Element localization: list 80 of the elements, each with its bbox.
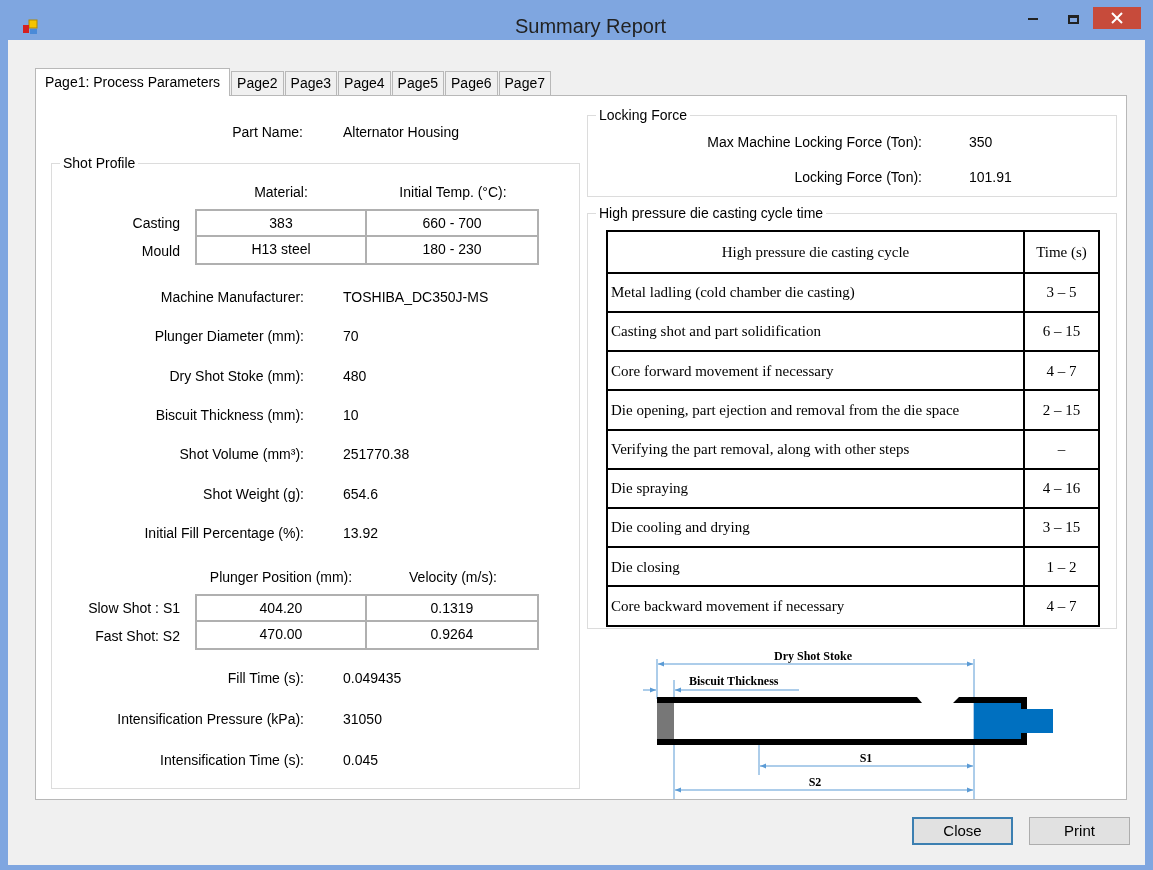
column-header: Time (s) [1024,230,1099,273]
field-label: Machine Manufacturer: [159,288,304,308]
column-header: Initial Temp. (°C): [398,182,508,202]
field-label: Locking Force (Ton): [793,168,922,187]
table-cell: H13 steel [195,237,367,265]
table-cell: 4 – 16 [1024,468,1099,508]
field-label: Part Name: [231,122,303,142]
table-cell: 383 [195,209,367,237]
field-label: Max Machine Locking Force (Ton): [706,133,922,152]
table-cell: 3 – 5 [1024,272,1099,313]
column-header: High pressure die casting cycle [607,230,1024,273]
table-cell: 6 – 15 [1024,312,1099,352]
field-label: Plunger Diameter (mm): [153,327,304,347]
field-value: 10 [343,406,359,426]
table-cell: Core forward movement if necessary [607,351,1024,391]
table-cell: 470.00 [195,622,367,651]
field-value: Alternator Housing [343,122,459,142]
table-cell: Casting shot and part solidification [607,312,1024,352]
tab[interactable]: Page7 [498,71,551,95]
field-label: Initial Fill Percentage (%): [143,523,304,543]
dimension-label: Dry Shot Stoke [774,649,852,663]
row-label: Fast Shot: S2 [94,627,180,647]
field-value: 480 [343,366,367,386]
field-label: Intensification Time (s): [159,751,304,771]
field-label: Intensification Pressure (kPa): [116,710,304,730]
column-header: Plunger Position (mm): [208,567,354,587]
row-label: Slow Shot : S1 [87,599,180,619]
field-value: 654.6 [343,484,379,504]
tab[interactable]: Page4 [338,71,391,95]
table-cell: 1 – 2 [1024,547,1099,587]
field-label: Dry Shot Stoke (mm): [168,366,304,386]
field-value: 31050 [343,710,382,730]
field-value: 251770.38 [343,445,410,465]
column-header: Material: [253,182,309,202]
field-label: Biscuit Thickness (mm): [154,406,304,426]
table-cell: Metal ladling (cold chamber die casting) [607,272,1024,313]
field-label: Shot Weight (g): [202,484,304,504]
dimension-label: S1 [859,751,873,765]
group-title: Locking Force [596,106,690,124]
dimension-label: Biscuit Thickness [689,674,779,688]
table-cell: Die closing [607,547,1024,587]
dialog-button[interactable]: Print [1029,817,1130,845]
tab[interactable]: Page1: Process Parameters [35,68,231,96]
row-label: Casting [131,214,180,233]
table-cell: Die spraying [607,468,1024,508]
field-value: TOSHIBA_DC350J-MS [343,288,489,308]
table-cell: 404.20 [195,594,367,623]
table-cell: 660 - 700 [367,209,539,237]
tab[interactable]: Page2 [231,71,284,95]
field-value: 101.91 [969,168,1012,187]
dialog-button[interactable]: Close [912,817,1013,845]
field-value: 0.045 [343,751,379,771]
table-cell: Core backward movement if necessary [607,586,1024,626]
table-cell: 4 – 7 [1024,351,1099,391]
table-cell: 4 – 7 [1024,586,1099,626]
tab[interactable]: Page5 [391,71,445,95]
table-cell: 0.1319 [367,594,539,623]
field-value: 0.049435 [343,669,402,689]
close-button[interactable] [1093,7,1141,29]
app-icon [22,19,38,35]
field-value: 350 [969,133,993,152]
table-cell: 180 - 230 [367,237,539,265]
field-value: 70 [343,327,359,347]
close-icon [1111,12,1123,24]
column-header: Velocity (m/s): [408,567,498,587]
dimension-label: S2 [808,775,822,789]
field-label: Fill Time (s): [226,669,304,689]
table-cell: 3 – 15 [1024,507,1099,548]
tab[interactable]: Page6 [445,71,498,95]
table-cell: Die cooling and drying [607,507,1024,548]
table-cell: Verifying the part removal, along with other steps [607,429,1024,469]
row-label: Mould [140,242,180,261]
field-label: Shot Volume (mm³): [178,445,304,465]
tab[interactable]: Page3 [284,71,338,95]
window-title: Summary Report [515,14,667,39]
table-cell: 2 – 15 [1024,390,1099,430]
table-cell: – [1024,429,1099,469]
table-cell: Die opening, part ejection and removal from the die space [607,390,1024,430]
table-cell: 0.9264 [367,622,539,651]
field-value: 13.92 [343,523,379,543]
